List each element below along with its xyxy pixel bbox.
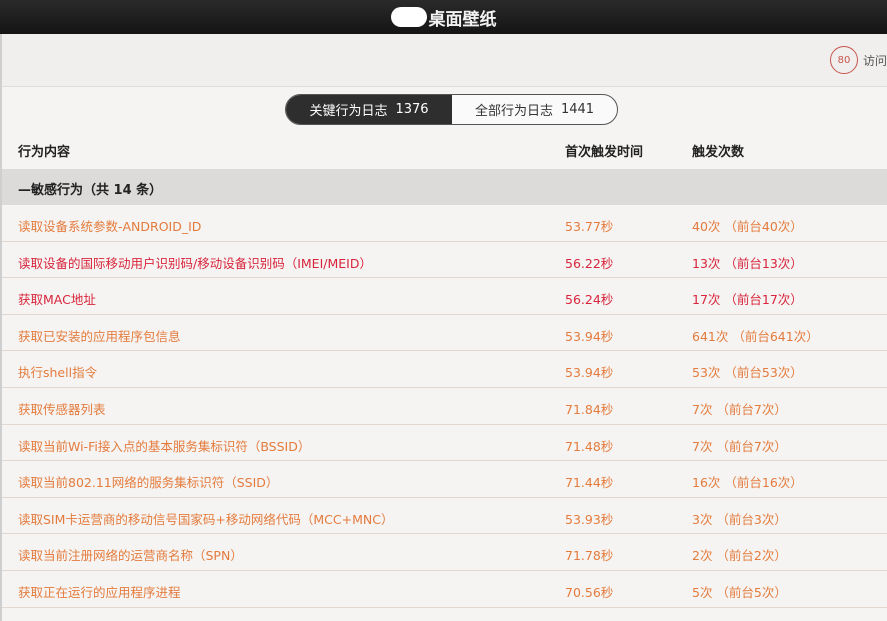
tab-key-behavior-log[interactable]: 关键行为日志 1376 xyxy=(286,95,452,124)
table-row[interactable]: 读取当前注册网络的运营商名称（SPN） 71.78秒 2次 （前台2次） xyxy=(2,534,887,571)
redacted-app-name xyxy=(390,7,427,27)
behavior-log-page: 80 访问 关键行为日志 1376 全部行为日志 1441 行为内容 首次触发时… xyxy=(0,34,887,621)
row-first-time: 53.94秒 xyxy=(565,365,614,381)
tab-all-behavior-log[interactable]: 全部行为日志 1441 xyxy=(452,95,617,124)
row-first-time: 71.44秒 xyxy=(565,475,614,491)
row-count: 17次 （前台17次） xyxy=(692,292,803,308)
row-count: 13次 （前台13次） xyxy=(692,255,803,271)
row-content: 读取设备系统参数-ANDROID_ID xyxy=(18,219,202,234)
table-row[interactable]: 获取传感器列表 71.84秒 7次 （前台7次） xyxy=(2,388,887,425)
row-first-time: 56.22秒 xyxy=(565,255,614,271)
row-count: 641次 （前台641次） xyxy=(692,328,819,344)
table-row[interactable]: 读取设备系统参数-ANDROID_ID 53.77秒 40次 （前台40次） xyxy=(2,205,887,242)
sensitive-behavior-section-header[interactable]: —敏感行为（共 14 条） xyxy=(2,169,887,205)
row-content: 获取已安装的应用程序包信息 xyxy=(18,328,181,344)
row-content: 获取MAC地址 xyxy=(18,292,96,308)
row-first-time: 71.48秒 xyxy=(565,438,614,454)
tab-label: 关键行为日志 xyxy=(309,104,388,119)
section-title: —敏感行为（共 14 条） xyxy=(18,183,163,198)
row-first-time: 70.56秒 xyxy=(565,584,614,600)
table-row[interactable]: 获取MAC地址 56.24秒 17次 （前台17次） xyxy=(2,278,887,315)
row-first-time: 56.24秒 xyxy=(565,292,614,308)
row-content: 读取设备的国际移动用户识别码/移动设备识别码（IMEI/MEID） xyxy=(18,255,372,271)
column-header-count: 触发次数 xyxy=(692,145,745,160)
row-content: 读取当前802.11网络的服务集标识符（SSID） xyxy=(18,475,279,491)
row-content: 读取当前Wi-Fi接入点的基本服务集标识符（BSSID） xyxy=(18,438,311,454)
visit-label: 访问 xyxy=(862,53,887,68)
column-header-first-time: 首次触发时间 xyxy=(565,145,644,160)
row-content: 获取正在运行的应用程序进程 xyxy=(18,584,181,600)
row-count: 5次 （前台5次） xyxy=(692,584,787,600)
visit-count-badge: 80 xyxy=(829,46,858,74)
row-count: 53次 （前台53次） xyxy=(692,365,803,381)
table-row[interactable]: 执行shell指令 53.94秒 53次 （前台53次） xyxy=(2,351,887,388)
row-first-time: 53.77秒 xyxy=(565,219,614,234)
row-content: 读取SIM卡运营商的移动信号国家码+移动网络代码（MCC+MNC） xyxy=(18,511,394,527)
table-row[interactable]: 获取正在运行的应用程序进程 70.56秒 5次 （前台5次） xyxy=(2,571,887,608)
table-row[interactable]: 读取当前802.11网络的服务集标识符（SSID） 71.44秒 16次 （前台… xyxy=(2,461,887,498)
tab-label: 全部行为日志 xyxy=(474,104,553,119)
tab-count: 1441 xyxy=(560,102,595,117)
row-content: 获取传感器列表 xyxy=(18,401,106,417)
behavior-table-body: 读取设备系统参数-ANDROID_ID 53.77秒 40次 （前台40次） 读… xyxy=(2,205,887,608)
title-bar: 桌面壁纸 xyxy=(0,0,887,34)
row-content: 执行shell指令 xyxy=(18,365,98,381)
row-count: 40次 （前台40次） xyxy=(692,219,803,234)
window-title: 桌面壁纸 xyxy=(428,9,497,30)
row-content: 读取当前注册网络的运营商名称（SPN） xyxy=(18,548,243,564)
row-count: 7次 （前台7次） xyxy=(692,401,787,417)
table-row[interactable]: 获取已安装的应用程序包信息 53.94秒 641次 （前台641次） xyxy=(2,315,887,352)
row-first-time: 71.78秒 xyxy=(565,548,614,564)
column-header-content: 行为内容 xyxy=(18,145,71,160)
row-count: 2次 （前台2次） xyxy=(692,548,787,564)
row-count: 3次 （前台3次） xyxy=(692,511,787,527)
section-count: 14 xyxy=(113,183,132,198)
row-count: 16次 （前台16次） xyxy=(692,475,803,491)
tab-count: 1376 xyxy=(395,102,429,117)
row-first-time: 53.94秒 xyxy=(565,328,614,344)
log-tabs: 关键行为日志 1376 全部行为日志 1441 xyxy=(285,94,618,125)
table-row[interactable]: 读取SIM卡运营商的移动信号国家码+移动网络代码（MCC+MNC） 53.93秒… xyxy=(2,498,887,535)
visit-indicator[interactable]: 80 访问 xyxy=(829,44,887,76)
page-top-bar: 80 访问 xyxy=(2,34,887,87)
table-row[interactable]: 读取当前Wi-Fi接入点的基本服务集标识符（BSSID） 71.48秒 7次 （… xyxy=(2,425,887,462)
table-header: 行为内容 首次触发时间 触发次数 xyxy=(2,131,887,169)
table-row[interactable]: 读取设备的国际移动用户识别码/移动设备识别码（IMEI/MEID） 56.22秒… xyxy=(2,242,887,279)
row-first-time: 71.84秒 xyxy=(565,401,614,417)
row-first-time: 53.93秒 xyxy=(565,511,614,527)
row-count: 7次 （前台7次） xyxy=(692,438,787,454)
